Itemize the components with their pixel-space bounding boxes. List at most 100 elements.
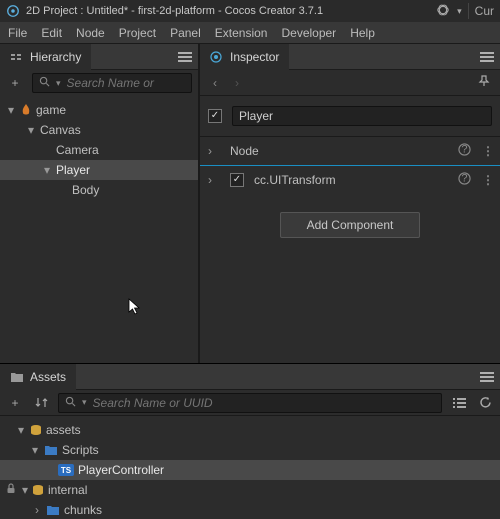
asset-row-playercontroller[interactable]: TS PlayerController: [0, 460, 500, 480]
svg-text:?: ?: [461, 143, 467, 155]
tree-row-game[interactable]: ▾ game: [0, 100, 198, 120]
database-icon: [32, 484, 44, 496]
asset-row-scripts[interactable]: ▾ Scripts: [0, 440, 500, 460]
search-scope-chevron[interactable]: ▾: [56, 78, 61, 89]
assets-search-input[interactable]: [93, 396, 435, 410]
tree-row-player[interactable]: ▾ Player: [0, 160, 198, 180]
hierarchy-panel: Hierarchy + ▾ ▾ game: [0, 44, 198, 363]
add-component-label: Add Component: [307, 218, 394, 232]
menu-file[interactable]: File: [8, 26, 27, 40]
refresh-icon[interactable]: [476, 394, 494, 412]
menu-developer[interactable]: Developer: [281, 26, 336, 40]
add-node-button[interactable]: +: [6, 74, 24, 92]
asset-label: PlayerController: [78, 463, 164, 477]
entity-enabled-checkbox[interactable]: ✓: [208, 109, 222, 123]
tab-inspector[interactable]: Inspector: [200, 44, 289, 70]
assets-panel: Assets + ▾ ▾ assets: [0, 364, 500, 519]
menu-panel[interactable]: Panel: [170, 26, 201, 40]
entity-name-field[interactable]: Player: [232, 106, 492, 126]
help-icon[interactable]: ?: [456, 172, 472, 188]
component-enabled-checkbox[interactable]: ✓: [230, 173, 244, 187]
asset-row-assets[interactable]: ▾ assets: [0, 420, 500, 440]
search-icon: [65, 396, 76, 410]
hierarchy-tree: ▾ game ▾ Canvas Camera ▾ Player: [0, 96, 198, 363]
chevron-right-icon[interactable]: ›: [208, 173, 220, 187]
assets-menu-icon[interactable]: [480, 372, 494, 382]
history-back-button[interactable]: ‹: [208, 76, 222, 90]
menu-project[interactable]: Project: [119, 26, 156, 40]
chevron-right-icon[interactable]: ›: [32, 503, 42, 517]
hierarchy-menu-icon[interactable]: [178, 52, 192, 62]
chevron-down-icon[interactable]: ▾: [22, 483, 28, 497]
tab-hierarchy[interactable]: Hierarchy: [0, 44, 91, 70]
menu-edit[interactable]: Edit: [41, 26, 62, 40]
chevron-down-icon[interactable]: ▾: [26, 123, 36, 137]
tree-label: Camera: [56, 143, 99, 157]
asset-row-internal[interactable]: ▾ internal: [0, 480, 500, 500]
database-icon: [30, 424, 42, 436]
asset-label: internal: [48, 483, 87, 497]
component-label: cc.UITransform: [254, 173, 446, 187]
inspector-menu-icon[interactable]: [480, 52, 494, 62]
chevron-down-icon[interactable]: ▾: [6, 103, 16, 117]
window-title: 2D Project : Untitled* - first-2d-platfo…: [26, 5, 429, 17]
svg-text:?: ?: [461, 172, 467, 184]
titlebar-right-controls: ▾ Cur: [435, 3, 494, 20]
add-asset-button[interactable]: +: [6, 394, 24, 412]
titlebar-label: Cur: [475, 4, 494, 18]
tab-assets[interactable]: Assets: [0, 364, 76, 390]
chevron-right-icon[interactable]: ›: [208, 144, 220, 158]
entity-name-text: Player: [239, 109, 273, 123]
component-label: Node: [230, 144, 446, 158]
window-titlebar: 2D Project : Untitled* - first-2d-platfo…: [0, 0, 500, 22]
fire-icon: [20, 104, 32, 116]
help-icon[interactable]: ?: [456, 143, 472, 159]
list-view-icon[interactable]: [450, 394, 468, 412]
folder-icon: [44, 444, 58, 456]
inspector-panel: Inspector ‹ › ✓ Player › Node ? ⋮: [200, 44, 500, 363]
pin-icon[interactable]: [478, 75, 492, 90]
asset-row-chunks[interactable]: › chunks: [0, 500, 500, 519]
search-scope-chevron[interactable]: ▾: [82, 397, 87, 408]
assets-tab-label: Assets: [30, 370, 66, 384]
tree-label: Canvas: [40, 123, 81, 137]
tree-row-body[interactable]: Body: [0, 180, 198, 200]
asset-label: assets: [46, 423, 81, 437]
add-component-button[interactable]: Add Component: [280, 212, 420, 238]
inspector-tab-label: Inspector: [230, 50, 279, 64]
menu-help[interactable]: Help: [350, 26, 375, 40]
history-forward-button[interactable]: ›: [230, 76, 244, 90]
folder-icon: [46, 504, 60, 516]
lock-icon: [6, 483, 18, 497]
hierarchy-search-input[interactable]: [67, 76, 185, 90]
folder-icon: [10, 370, 24, 384]
more-icon[interactable]: ⋮: [482, 144, 492, 158]
typescript-icon: TS: [58, 464, 74, 476]
chevron-down-icon[interactable]: ▾: [30, 443, 40, 457]
search-icon: [39, 76, 50, 90]
target-icon: [210, 50, 224, 64]
menu-node[interactable]: Node: [76, 26, 105, 40]
menu-extension[interactable]: Extension: [215, 26, 268, 40]
hierarchy-search[interactable]: ▾: [32, 73, 192, 93]
hierarchy-tab-label: Hierarchy: [30, 50, 81, 64]
browser-icon[interactable]: [435, 3, 451, 20]
assets-tree: ▾ assets ▾ Scripts TS PlayerController ▾: [0, 416, 500, 519]
tree-row-camera[interactable]: Camera: [0, 140, 198, 160]
hierarchy-icon: [10, 50, 24, 64]
component-node[interactable]: › Node ? ⋮: [200, 137, 500, 165]
asset-label: Scripts: [62, 443, 99, 457]
asset-label: chunks: [64, 503, 102, 517]
more-icon[interactable]: ⋮: [482, 173, 492, 187]
component-uitransform[interactable]: › ✓ cc.UITransform ? ⋮: [200, 166, 500, 194]
chevron-down-icon[interactable]: ▾: [42, 163, 52, 177]
menubar: File Edit Node Project Panel Extension D…: [0, 22, 500, 44]
tree-label: Body: [72, 183, 99, 197]
tree-row-canvas[interactable]: ▾ Canvas: [0, 120, 198, 140]
assets-search[interactable]: ▾: [58, 393, 442, 413]
dropdown-chevron-icon[interactable]: ▾: [457, 6, 462, 17]
sort-button[interactable]: [32, 394, 50, 412]
tree-label: game: [36, 103, 66, 117]
chevron-down-icon[interactable]: ▾: [16, 423, 26, 437]
tree-label: Player: [56, 163, 90, 177]
